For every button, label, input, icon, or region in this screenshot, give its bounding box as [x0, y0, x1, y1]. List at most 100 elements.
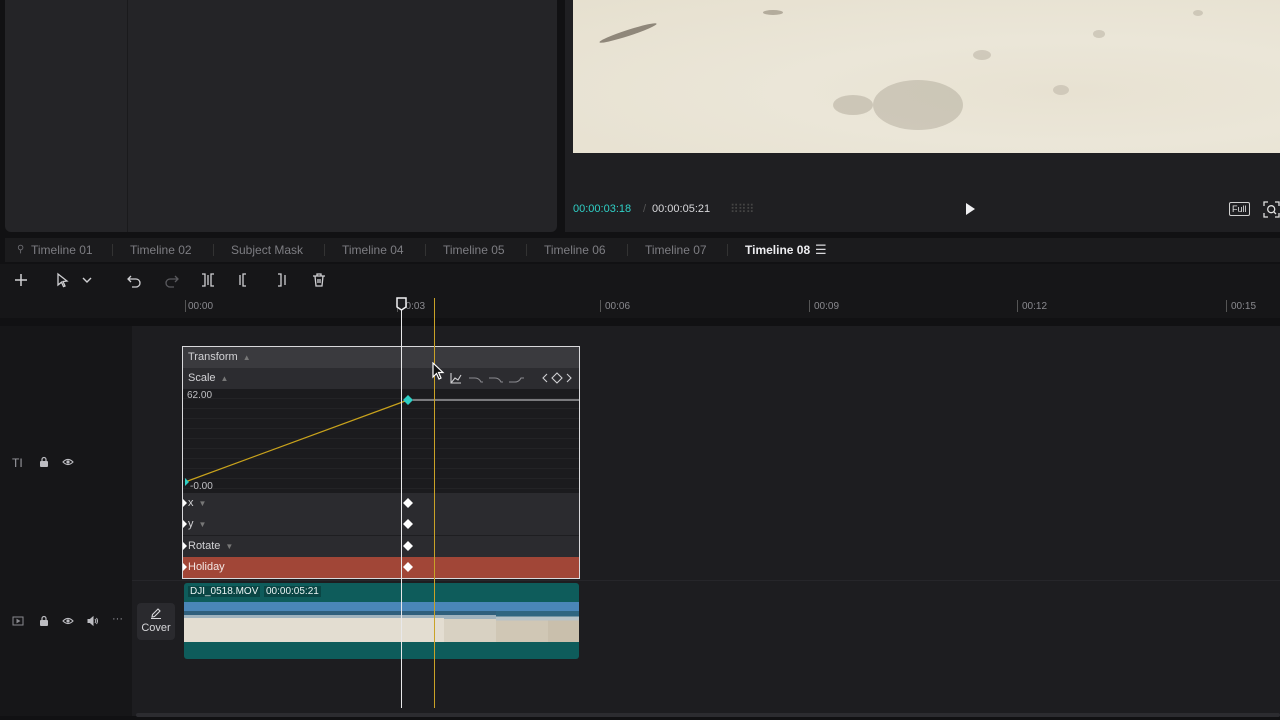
clip-duration: 00:00:05:21	[264, 586, 321, 597]
clip-thumbnail	[236, 602, 288, 642]
more-options-icon[interactable]: ···	[112, 613, 124, 625]
lock-icon	[40, 615, 48, 626]
y-keyframe[interactable]	[403, 519, 413, 529]
row-marker	[183, 520, 187, 528]
tab-timeline-02[interactable]: Timeline 02	[130, 238, 192, 262]
play-icon	[966, 203, 975, 215]
lock-video-track-button[interactable]	[38, 615, 50, 627]
plus-icon	[15, 274, 27, 286]
chevron-down-icon	[82, 277, 92, 283]
clip-thumbnail	[444, 602, 496, 642]
next-keyframe-icon[interactable]	[566, 373, 572, 383]
row-marker	[183, 542, 187, 550]
zoom-fit-button[interactable]	[1263, 201, 1280, 218]
trim-right-icon	[278, 273, 286, 287]
rotate-keyframe[interactable]	[403, 541, 413, 551]
video-track-glyph-icon	[12, 616, 24, 626]
total-timecode: 00:00:05:21	[652, 203, 711, 215]
video-clip[interactable]: DJI_0518.MOV 00:00:05:21	[184, 583, 579, 659]
hover-position-line	[434, 298, 435, 708]
keyframe-editor[interactable]: Transform ▲ Scale ▲ 62.00 -0.00 x ▼ y ▼ Rota…	[182, 346, 580, 579]
tab-menu-icon[interactable]: ☰	[815, 238, 827, 262]
cover-button[interactable]: Cover	[137, 603, 175, 640]
delete-button[interactable]	[311, 272, 327, 288]
tab-timeline-04[interactable]: Timeline 04	[342, 238, 404, 262]
row-marker	[183, 563, 187, 571]
prev-keyframe-icon[interactable]	[542, 373, 548, 383]
clip-thumbnail	[184, 602, 236, 642]
video-track-icon	[12, 615, 24, 627]
trim-end-button[interactable]	[274, 272, 290, 288]
eye-icon	[62, 617, 74, 625]
pin-icon: ⚲	[17, 244, 25, 255]
ruler-label: 00:15	[1231, 301, 1257, 312]
trim-start-button[interactable]	[237, 272, 253, 288]
tab-timeline-08[interactable]: Timeline 08	[745, 238, 810, 262]
keyframe-overlay	[183, 372, 579, 572]
speaker-icon	[87, 615, 98, 627]
pointer-icon	[57, 272, 69, 288]
trash-icon	[313, 273, 325, 287]
video-visibility-toggle[interactable]	[62, 615, 74, 627]
undo-icon	[127, 275, 141, 288]
holiday-keyframe[interactable]	[403, 562, 413, 572]
redo-icon	[165, 275, 179, 288]
tab-timeline-01[interactable]: Timeline 01	[31, 238, 93, 262]
split-icon	[202, 273, 214, 287]
track-separator	[132, 580, 1280, 581]
text-track-icon: TI	[12, 456, 23, 470]
clip-thumbnail	[340, 602, 392, 642]
trim-left-icon	[239, 273, 246, 287]
add-keyframe-icon[interactable]	[551, 372, 563, 384]
timeline-tab-bar: ⚲ Timeline 01 Timeline 02 Subject Mask T…	[5, 238, 1280, 262]
audio-toggle[interactable]	[87, 615, 99, 627]
visibility-toggle[interactable]	[62, 456, 74, 468]
playhead-line	[401, 310, 402, 708]
start-keyframe-marker	[185, 478, 189, 486]
row-marker	[183, 499, 187, 507]
ruler-label: 00:00	[188, 301, 214, 312]
clip-thumbnail	[288, 602, 340, 642]
full-resolution-button[interactable]: Full	[1229, 202, 1250, 216]
scale-keyframe[interactable]	[403, 395, 413, 405]
ruler-label: 00:12	[1022, 301, 1048, 312]
scale-curve-line	[184, 399, 409, 483]
ease-out-icon[interactable]	[489, 377, 503, 383]
eye-icon	[62, 458, 74, 466]
split-button[interactable]	[200, 272, 216, 288]
media-panel-divider	[127, 0, 128, 232]
timecode-separator: /	[643, 203, 647, 215]
lock-icon	[40, 456, 48, 467]
playhead-icon	[396, 297, 407, 311]
playhead-handle[interactable]	[396, 297, 407, 311]
graph-view-icon[interactable]	[450, 373, 462, 384]
grid-icon[interactable]: ⠿⠿⠿	[730, 202, 754, 216]
current-timecode: 00:00:03:18	[573, 203, 632, 215]
horizontal-scrollbar[interactable]	[136, 713, 1280, 717]
tab-timeline-07[interactable]: Timeline 07	[645, 238, 707, 262]
timeline-toolbar	[0, 264, 1280, 296]
ruler-label: 00:06	[605, 301, 631, 312]
select-tool-dropdown[interactable]	[80, 272, 96, 288]
video-preview[interactable]	[573, 0, 1280, 153]
fit-zoom-icon	[1263, 201, 1280, 218]
clip-thumbnail	[496, 602, 548, 642]
ease-both-icon[interactable]	[509, 377, 524, 383]
clip-thumbnail	[548, 602, 579, 642]
ease-in-icon[interactable]	[469, 377, 483, 383]
clip-thumbnail	[392, 602, 444, 642]
undo-button[interactable]	[126, 272, 142, 288]
clip-thumbnails	[184, 602, 579, 642]
ruler-label: 00:09	[814, 301, 840, 312]
tab-timeline-06[interactable]: Timeline 06	[544, 238, 606, 262]
clip-name: DJI_0518.MOV	[188, 586, 261, 597]
redo-button[interactable]	[164, 272, 180, 288]
track-header-column	[0, 326, 132, 716]
play-button[interactable]	[962, 201, 978, 217]
x-keyframe[interactable]	[403, 498, 413, 508]
add-track-button[interactable]	[13, 272, 29, 288]
tab-subject-mask[interactable]: Subject Mask	[231, 238, 303, 262]
select-tool-button[interactable]	[55, 272, 71, 288]
lock-track-button[interactable]	[38, 456, 50, 468]
tab-timeline-05[interactable]: Timeline 05	[443, 238, 505, 262]
